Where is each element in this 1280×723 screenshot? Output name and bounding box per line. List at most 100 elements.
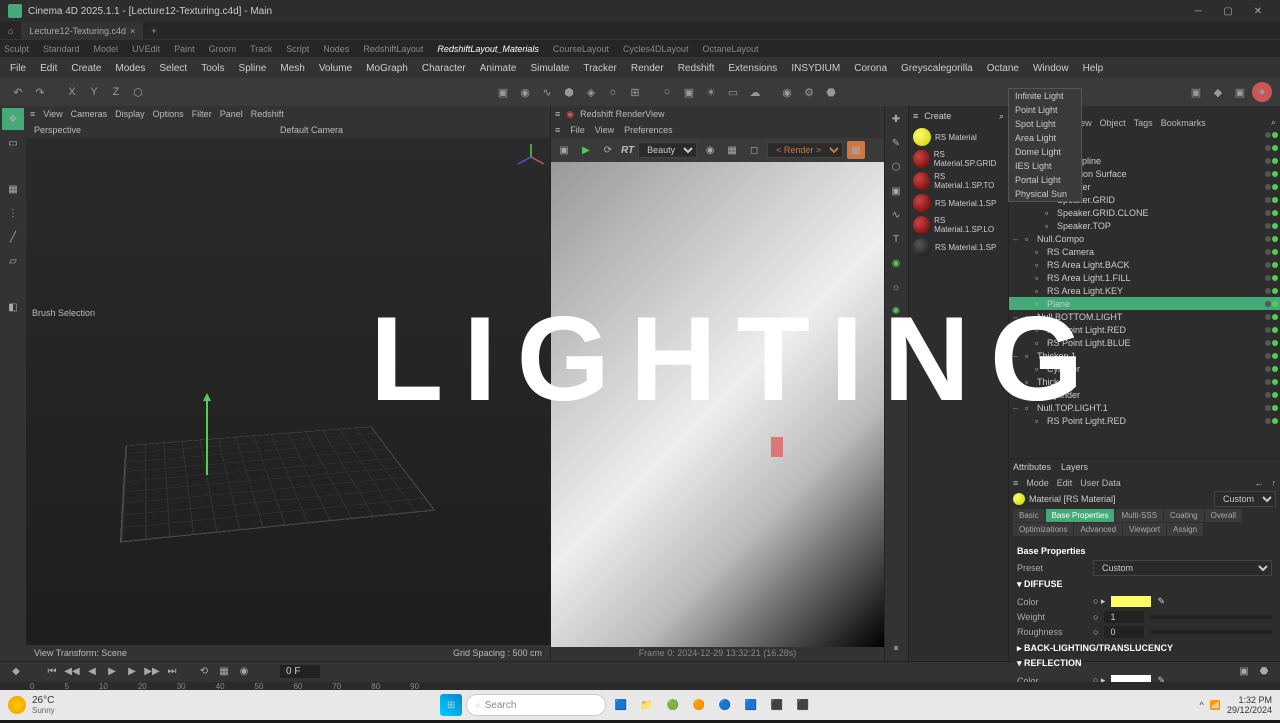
axis-y[interactable]: Y xyxy=(84,82,104,102)
menu-gsg[interactable]: Greyscalegorilla xyxy=(895,61,979,76)
light-menu-item[interactable]: Point Light xyxy=(1009,103,1081,117)
vp-menu-burger[interactable]: ≡ xyxy=(30,109,35,119)
start-button[interactable]: ⊞ xyxy=(440,694,462,716)
renderer-icon[interactable]: ◉ xyxy=(777,82,797,102)
rs-vol-icon[interactable]: ☁ xyxy=(885,324,907,346)
menu-window[interactable]: Window xyxy=(1027,61,1075,76)
menu-octane[interactable]: Octane xyxy=(981,61,1025,76)
layout-course[interactable]: CourseLayout xyxy=(553,44,609,54)
object-row[interactable]: –▫Thicken xyxy=(1009,375,1280,388)
axis-z[interactable]: Z xyxy=(106,82,126,102)
attr-fwd-icon[interactable]: ↑ xyxy=(1272,478,1277,488)
object-row[interactable]: ▫RS Point Light.RED xyxy=(1009,414,1280,427)
render-frame-icon[interactable]: ▣ xyxy=(1236,664,1252,680)
light-menu-item[interactable]: Infinite Light xyxy=(1009,89,1081,103)
point-mode-icon[interactable]: ⋮ xyxy=(2,202,24,224)
menu-tools[interactable]: Tools xyxy=(195,61,230,76)
undo-button[interactable]: ↶ xyxy=(8,82,28,102)
rv-crop-icon[interactable]: ◻ xyxy=(745,141,763,159)
cube-tool-icon[interactable]: ▣ xyxy=(885,180,907,202)
light-menu-item[interactable]: Dome Light xyxy=(1009,145,1081,159)
menu-animate[interactable]: Animate xyxy=(474,61,523,76)
rv-play-icon[interactable]: ▶ xyxy=(577,141,595,159)
app-store[interactable]: 🟦 xyxy=(740,694,762,716)
color-picker-icon[interactable]: ✎ xyxy=(1157,596,1165,607)
menu-modes[interactable]: Modes xyxy=(109,61,151,76)
object-row[interactable]: –▫Thicken.1 xyxy=(1009,349,1280,362)
home-tab[interactable]: ⌂ xyxy=(0,22,21,39)
vp-menu-filter[interactable]: Filter xyxy=(192,109,212,119)
rv-view[interactable]: View xyxy=(595,125,614,135)
sub-baseprops[interactable]: Base Properties xyxy=(1046,509,1115,522)
menu-character[interactable]: Character xyxy=(416,61,472,76)
rs-env-icon[interactable]: ◉ xyxy=(885,252,907,274)
weight-value[interactable]: 1 xyxy=(1104,611,1144,623)
tray-up-icon[interactable]: ^ xyxy=(1200,700,1204,710)
attr-back-icon[interactable]: ← xyxy=(1255,478,1264,488)
menu-insydium[interactable]: INSYDIUM xyxy=(785,61,846,76)
object-row[interactable]: ▫RS Area Light.BACK xyxy=(1009,258,1280,271)
prev-key-icon[interactable]: ◀◀ xyxy=(64,664,80,680)
rv-camera-icon[interactable]: ▣ xyxy=(555,141,573,159)
object-row[interactable]: ▫RS Area Light.1.FILL xyxy=(1009,271,1280,284)
menu-spline[interactable]: Spline xyxy=(233,61,273,76)
loop-icon[interactable]: ⟲ xyxy=(196,664,212,680)
render-view-burger[interactable]: ≡ xyxy=(555,109,560,119)
tree-toggle-icon[interactable]: – xyxy=(1013,234,1023,244)
rv-file[interactable]: File xyxy=(570,125,585,135)
material-item[interactable]: RS Material.SP.GRID xyxy=(909,148,1008,170)
taskbar-weather[interactable]: 26°C Sunny xyxy=(8,695,55,715)
minimize-button[interactable]: ─ xyxy=(1184,2,1212,20)
vp-menu-options[interactable]: Options xyxy=(153,109,184,119)
redo-button[interactable]: ↷ xyxy=(30,82,50,102)
render-canvas[interactable] xyxy=(551,162,884,647)
poly-mode-icon[interactable]: ▱ xyxy=(2,250,24,272)
text-tool-icon[interactable]: T xyxy=(885,228,907,250)
layout-track[interactable]: Track xyxy=(250,44,272,54)
object-row[interactable]: ▫Plane xyxy=(1009,297,1280,310)
obj-object[interactable]: Object xyxy=(1100,118,1126,128)
app-firefox[interactable]: 🟠 xyxy=(688,694,710,716)
obj-tags[interactable]: Tags xyxy=(1134,118,1153,128)
layers-tab[interactable]: Layers xyxy=(1061,462,1088,472)
tree-toggle-icon[interactable]: – xyxy=(1013,403,1023,413)
vp-menu-display[interactable]: Display xyxy=(115,109,145,119)
sub-adv[interactable]: Advanced xyxy=(1074,523,1122,536)
camera-icon[interactable]: ▣ xyxy=(679,82,699,102)
app-edge[interactable]: 🔵 xyxy=(714,694,736,716)
new-tab[interactable]: + xyxy=(143,22,164,39)
attr-mode[interactable]: Mode xyxy=(1026,478,1049,488)
vp-menu-cameras[interactable]: Cameras xyxy=(71,109,108,119)
document-tab[interactable]: Lecture12-Texturing.c4d× xyxy=(21,22,143,39)
object-row[interactable]: ▫Speaker.GRID.CLONE xyxy=(1009,206,1280,219)
layout-paint[interactable]: Paint xyxy=(174,44,195,54)
cube-icon[interactable]: ▣ xyxy=(493,82,513,102)
menu-create[interactable]: Create xyxy=(65,61,107,76)
rs-light-icon[interactable]: ☼ xyxy=(885,276,907,298)
tree-toggle-icon[interactable]: – xyxy=(1013,377,1023,387)
menu-tracker[interactable]: Tracker xyxy=(577,61,623,76)
app-c4d[interactable]: ⬛ xyxy=(766,694,788,716)
diffuse-color-swatch[interactable] xyxy=(1111,596,1151,607)
next-key-icon[interactable]: ▶▶ xyxy=(144,664,160,680)
edit-icon[interactable]: ✎ xyxy=(885,132,907,154)
app-chrome[interactable]: 🟢 xyxy=(662,694,684,716)
light-menu-item[interactable]: IES Light xyxy=(1009,159,1081,173)
rv-prefs[interactable]: Preferences xyxy=(624,125,673,135)
layout-sculpt[interactable]: Sculpt xyxy=(4,44,29,54)
layout-script[interactable]: Script xyxy=(286,44,309,54)
autokey-icon[interactable]: ◉ xyxy=(236,664,252,680)
taskbar-tray[interactable]: ^ 📶 1:32 PM 29/12/2024 xyxy=(1200,695,1273,715)
object-row[interactable]: ▫RS Camera xyxy=(1009,245,1280,258)
object-row[interactable]: ▫Cylinder xyxy=(1009,362,1280,375)
app-explorer[interactable]: 📁 xyxy=(636,694,658,716)
rv-render-select[interactable]: < Render > xyxy=(767,142,843,158)
light-menu-item[interactable]: Area Light xyxy=(1009,131,1081,145)
record-icon[interactable]: ▣ xyxy=(1186,82,1206,102)
material-item[interactable]: RS Material.1.SP xyxy=(909,192,1008,214)
floor-icon[interactable]: ▭ xyxy=(723,82,743,102)
rs-sun-icon[interactable]: ✺ xyxy=(885,300,907,322)
attr-edit[interactable]: Edit xyxy=(1057,478,1073,488)
current-frame[interactable]: 0 F xyxy=(280,665,320,678)
weight-slider[interactable] xyxy=(1150,615,1272,619)
